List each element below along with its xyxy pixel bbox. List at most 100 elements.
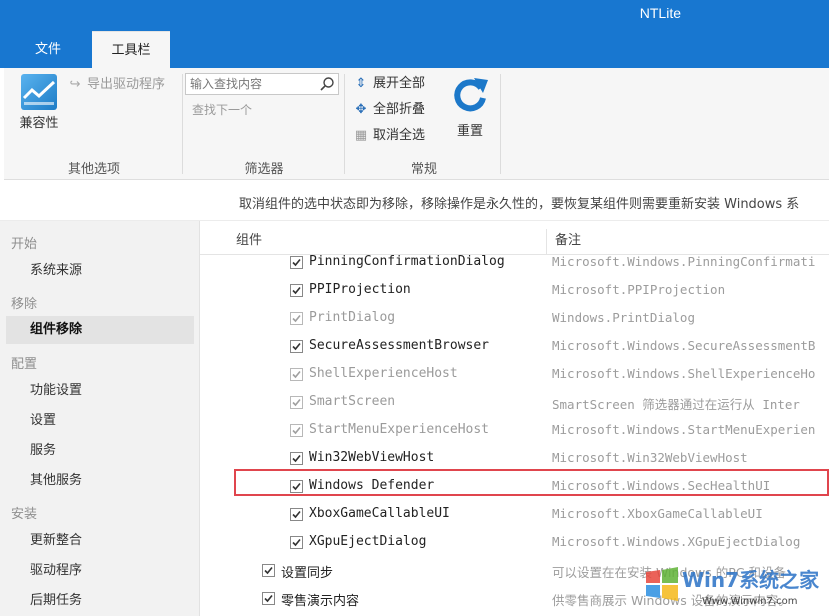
component-note: Microsoft.Win32WebViewHost	[552, 450, 748, 465]
component-name: SmartScreen	[309, 394, 396, 409]
app-title: NTLite	[639, 5, 681, 21]
table-row[interactable]: PPIProjection Microsoft.PPIProjection	[200, 277, 829, 305]
search-field[interactable]	[185, 73, 339, 95]
sidebar-item-services[interactable]: 服务	[6, 437, 194, 465]
sidebar: 开始 系统来源 移除 组件移除 配置 功能设置 设置 服务 其他服务 安装 更新…	[0, 221, 200, 616]
collapse-all-label: 全部折叠	[373, 102, 426, 117]
search-icon[interactable]	[319, 76, 335, 92]
sidebar-section-install: 安装	[11, 507, 38, 522]
component-note: Microsoft.XboxGameCallableUI	[552, 506, 763, 521]
component-note: Microsoft.Windows.StartMenuExperien	[552, 422, 816, 437]
sidebar-item-post-tasks[interactable]: 后期任务	[6, 587, 194, 615]
component-name: 设置同步	[281, 566, 334, 581]
group-divider	[344, 74, 345, 174]
component-name: Win32WebViewHost	[309, 450, 435, 465]
checkmark-icon	[264, 566, 273, 575]
row-checkbox[interactable]	[262, 564, 275, 577]
find-next-button[interactable]: 查找下一个	[192, 99, 252, 121]
component-note: Microsoft.PPIProjection	[552, 282, 726, 297]
ribbon: 兼容性 ↪ 导出驱动程序 其他选项 筛选器 查找下一个 ⇕ 展开全部 ✥ 全部折叠 ▦…	[4, 68, 829, 180]
component-name: XGpuEjectDialog	[309, 534, 427, 549]
table-row[interactable]: SecureAssessmentBrowser Microsoft.Windows…	[200, 333, 829, 361]
row-checkbox[interactable]	[290, 424, 303, 437]
checkmark-icon	[292, 454, 301, 463]
group-divider	[182, 74, 183, 174]
component-name: PrintDialog	[309, 310, 396, 325]
sidebar-item-system-source[interactable]: 系统来源	[6, 257, 194, 285]
component-note: Microsoft.Windows.PinningConfirmati	[552, 254, 816, 269]
table-row[interactable]: Windows Defender Microsoft.Windows.SecHea…	[200, 473, 829, 501]
table-row[interactable]: SmartScreen SmartScreen 筛选器通过在运行从 Inter	[200, 389, 829, 417]
component-name: 零售演示内容	[281, 594, 360, 609]
component-note: Windows.PrintDialog	[552, 310, 695, 325]
table-row[interactable]: Win32WebViewHost Microsoft.Win32WebViewHo…	[200, 445, 829, 473]
component-name: PPIProjection	[309, 282, 411, 297]
info-bar: 取消组件的选中状态即为移除，移除操作是永久性的，要恢复某组件则需要重新安装 Wi…	[0, 181, 829, 221]
checkmark-icon	[292, 510, 301, 519]
table-row[interactable]: ShellExperienceHost Microsoft.Windows.She…	[200, 361, 829, 389]
checkmark-icon	[292, 426, 301, 435]
row-checkbox[interactable]	[262, 592, 275, 605]
expand-icon: ⇕	[355, 76, 367, 91]
row-checkbox[interactable]	[290, 536, 303, 549]
compat-label: 兼容性	[19, 116, 59, 131]
sidebar-item-other-services[interactable]: 其他服务	[6, 467, 194, 495]
search-input[interactable]	[186, 74, 314, 94]
group-divider	[500, 74, 501, 174]
row-checkbox[interactable]	[290, 452, 303, 465]
sidebar-item-component-removal[interactable]: 组件移除	[6, 316, 194, 344]
sidebar-item-features[interactable]: 功能设置	[6, 377, 194, 405]
group-label-other: 其他选项	[67, 162, 120, 177]
export-arrow-icon: ↪	[69, 77, 81, 92]
refresh-icon	[454, 78, 488, 112]
title-bar: NTLite 文件 工具栏	[0, 0, 829, 68]
row-checkbox[interactable]	[290, 312, 303, 325]
export-drivers-button[interactable]: ↪ 导出驱动程序	[66, 74, 165, 96]
sidebar-item-settings[interactable]: 设置	[6, 407, 194, 435]
row-checkbox[interactable]	[290, 368, 303, 381]
group-label-general: 常规	[410, 162, 437, 177]
info-text: 取消组件的选中状态即为移除，移除操作是永久性的，要恢复某组件则需要重新安装 Wi…	[239, 197, 800, 212]
export-drivers-label: 导出驱动程序	[87, 77, 166, 92]
deselect-all-button[interactable]: ▦ 取消全选	[352, 125, 425, 147]
table-row[interactable]: XGpuEjectDialog Microsoft.Windows.XGpuEje…	[200, 529, 829, 557]
windows-logo-icon	[646, 567, 678, 601]
watermark-brand: Win7系统之家	[682, 568, 820, 592]
checkmark-icon	[264, 594, 273, 603]
checkmark-icon	[292, 258, 301, 267]
row-checkbox[interactable]	[290, 284, 303, 297]
table-row[interactable]: PinningConfirmationDialog Microsoft.Windo…	[200, 249, 829, 277]
collapse-all-button[interactable]: ✥ 全部折叠	[352, 99, 425, 121]
sidebar-item-updates[interactable]: 更新整合	[6, 527, 194, 555]
expand-all-label: 展开全部	[373, 76, 426, 91]
row-checkbox[interactable]	[290, 396, 303, 409]
row-checkbox[interactable]	[290, 340, 303, 353]
sidebar-item-drivers[interactable]: 驱动程序	[6, 557, 194, 585]
component-note: Microsoft.Windows.ShellExperienceHo	[552, 366, 816, 381]
component-note: SmartScreen 筛选器通过在运行从 Inter	[552, 397, 800, 412]
checkmark-icon	[292, 370, 301, 379]
expand-all-button[interactable]: ⇕ 展开全部	[352, 73, 425, 95]
table-row[interactable]: XboxGameCallableUI Microsoft.XboxGameCall…	[200, 501, 829, 529]
sidebar-section-start: 开始	[11, 237, 38, 252]
component-name: XboxGameCallableUI	[309, 506, 450, 521]
component-name: StartMenuExperienceHost	[309, 422, 490, 437]
reset-button[interactable]: 重置	[448, 74, 492, 139]
reset-label: 重置	[456, 124, 483, 139]
watermark-url: Www.Winwin7.com	[702, 596, 798, 607]
checkmark-icon	[292, 482, 301, 491]
group-label-filter: 筛选器	[244, 162, 284, 177]
tab-toolbar[interactable]: 工具栏	[92, 31, 170, 68]
tab-file[interactable]: 文件	[4, 31, 92, 68]
table-row[interactable]: PrintDialog Windows.PrintDialog	[200, 305, 829, 333]
checkmark-icon	[292, 538, 301, 547]
compat-button[interactable]: 兼容性	[16, 74, 62, 131]
component-note: Microsoft.Windows.SecureAssessmentB	[552, 338, 816, 353]
component-name: SecureAssessmentBrowser	[309, 338, 490, 353]
row-checkbox[interactable]	[290, 256, 303, 269]
table-row[interactable]: StartMenuExperienceHost Microsoft.Windows…	[200, 417, 829, 445]
component-note: Microsoft.Windows.XGpuEjectDialog	[552, 534, 801, 549]
row-checkbox[interactable]	[290, 480, 303, 493]
deselect-all-label: 取消全选	[373, 128, 426, 143]
row-checkbox[interactable]	[290, 508, 303, 521]
